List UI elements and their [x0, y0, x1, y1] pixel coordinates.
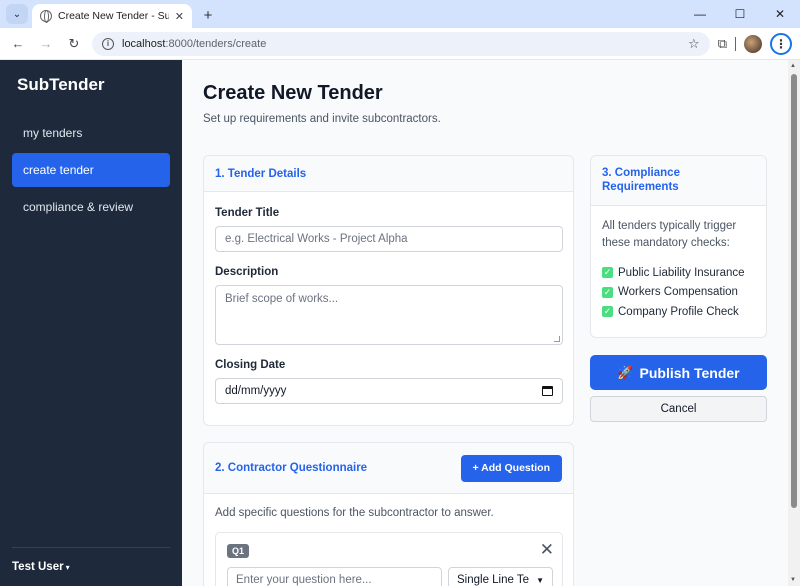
tab-search-button[interactable]: ⌄: [6, 4, 28, 24]
bookmark-star-icon[interactable]: ☆: [688, 36, 700, 52]
scroll-up-arrow-icon[interactable]: ▲: [790, 63, 796, 69]
questionnaire-intro: Add specific questions for the subcontra…: [215, 507, 494, 519]
tender-details-card: 1. Tender Details Tender Title e.g. Elec…: [203, 155, 574, 426]
browser-tabbar: ⌄ Create New Tender - SubTender ✕ + — ☐ …: [0, 0, 800, 28]
check-label: Workers Compensation: [618, 286, 738, 299]
forward-arrow-icon[interactable]: →: [36, 34, 56, 54]
scroll-down-arrow-icon[interactable]: ▼: [790, 577, 796, 583]
question-type-select[interactable]: Single Line Te ▼: [448, 567, 553, 586]
browser-tab[interactable]: Create New Tender - SubTender ✕: [32, 4, 192, 28]
sidebar-nav: my tenders create tender compliance & re…: [0, 110, 182, 233]
sidebar: SubTender my tenders create tender compl…: [0, 60, 182, 586]
main-content: Create New Tender Set up requirements an…: [182, 60, 800, 586]
browser-toolbar: ← → ↻ i localhost:8000/tenders/create ☆ …: [0, 28, 800, 60]
tender-details-header: 1. Tender Details: [204, 156, 573, 192]
extensions-puzzle-icon[interactable]: ⧉: [718, 36, 727, 52]
publish-tender-button[interactable]: 🚀 Publish Tender: [590, 355, 767, 390]
new-tab-button[interactable]: +: [198, 5, 218, 25]
close-window-icon[interactable]: ✕: [760, 0, 800, 28]
questionnaire-title: 2. Contractor Questionnaire: [215, 462, 368, 474]
closing-date-label: Closing Date: [215, 359, 286, 371]
tab-close-icon[interactable]: ✕: [175, 10, 184, 23]
compliance-card: 3. Compliance Requirements All tenders t…: [590, 155, 767, 338]
maximize-icon[interactable]: ☐: [720, 0, 760, 28]
page-title: Create New Tender: [203, 82, 383, 104]
list-item: ✓ Workers Compensation: [602, 283, 745, 303]
check-label: Public Liability Insurance: [618, 266, 745, 279]
brand-logo[interactable]: SubTender: [0, 60, 182, 110]
question-text-input[interactable]: Enter your question here...: [227, 567, 442, 586]
calendar-icon[interactable]: [542, 386, 553, 396]
user-menu[interactable]: Test User ▾: [12, 547, 170, 586]
list-item: ✓ Public Liability Insurance: [602, 263, 745, 283]
sidebar-item-create-tender[interactable]: create tender: [12, 153, 170, 187]
question-item: Q1 ✕ Enter your question here... Single …: [215, 532, 563, 586]
publish-label: Publish Tender: [639, 364, 740, 381]
compliance-intro: All tenders typically trigger these mand…: [602, 220, 737, 249]
chevron-down-icon: ▼: [536, 575, 544, 585]
app-root: SubTender my tenders create tender compl…: [0, 60, 800, 586]
url-text: localhost:8000/tenders/create: [122, 38, 680, 50]
checkmark-icon: ✓: [602, 286, 613, 298]
browser-menu-icon[interactable]: ⋮: [770, 32, 792, 55]
scrollbar-thumb[interactable]: [791, 74, 797, 508]
page-scrollbar[interactable]: ▲ ▼: [788, 60, 800, 586]
window-controls: — ☐ ✕: [680, 0, 800, 28]
minimize-icon[interactable]: —: [680, 0, 720, 28]
tender-title-input[interactable]: e.g. Electrical Works - Project Alpha: [215, 226, 563, 252]
compliance-header: 3. Compliance Requirements: [591, 156, 766, 206]
chevron-down-icon: ⌄: [12, 8, 22, 20]
compliance-check-list: ✓ Public Liability Insurance ✓ Workers Com…: [602, 263, 745, 322]
user-name: Test User: [12, 561, 64, 573]
rocket-icon: 🚀: [617, 364, 634, 380]
question-badge: Q1: [227, 544, 250, 558]
sidebar-item-compliance-review[interactable]: compliance & review: [12, 190, 170, 224]
remove-question-close-icon[interactable]: ✕: [540, 540, 554, 560]
tender-title-label: Tender Title: [215, 207, 280, 219]
reload-icon[interactable]: ↻: [64, 34, 84, 54]
description-textarea[interactable]: Brief scope of works...: [215, 285, 563, 345]
closing-date-value: dd/mm/yyyy: [225, 385, 287, 397]
sidebar-item-my-tenders[interactable]: my tenders: [12, 116, 170, 150]
questionnaire-card: 2. Contractor Questionnaire + Add Questi…: [203, 442, 574, 586]
add-question-button[interactable]: + Add Question: [460, 454, 562, 482]
cancel-button[interactable]: Cancel: [590, 396, 767, 422]
page-subtitle: Set up requirements and invite subcontra…: [203, 113, 441, 125]
profile-avatar[interactable]: [744, 34, 762, 53]
questionnaire-header: 2. Contractor Questionnaire + Add Questi…: [204, 443, 573, 494]
checkmark-icon: ✓: [602, 267, 613, 279]
tab-title: Create New Tender - SubTender: [58, 10, 169, 22]
description-placeholder: Brief scope of works...: [225, 293, 339, 305]
info-icon[interactable]: i: [102, 37, 114, 50]
check-label: Company Profile Check: [618, 305, 739, 318]
back-arrow-icon[interactable]: ←: [8, 34, 28, 54]
list-item: ✓ Company Profile Check: [602, 302, 745, 322]
checkmark-icon: ✓: [602, 306, 613, 318]
question-type-value: Single Line Te: [457, 574, 530, 586]
caret-down-icon: ▾: [65, 563, 70, 572]
address-bar[interactable]: i localhost:8000/tenders/create ☆: [92, 31, 710, 56]
globe-icon: [40, 10, 52, 23]
url-path: :8000/tenders/create: [165, 37, 267, 50]
closing-date-input[interactable]: dd/mm/yyyy: [215, 378, 563, 404]
resize-handle-icon[interactable]: [554, 336, 560, 342]
toolbar-divider: [735, 36, 736, 51]
url-host: localhost: [122, 37, 166, 50]
description-label: Description: [215, 266, 279, 278]
